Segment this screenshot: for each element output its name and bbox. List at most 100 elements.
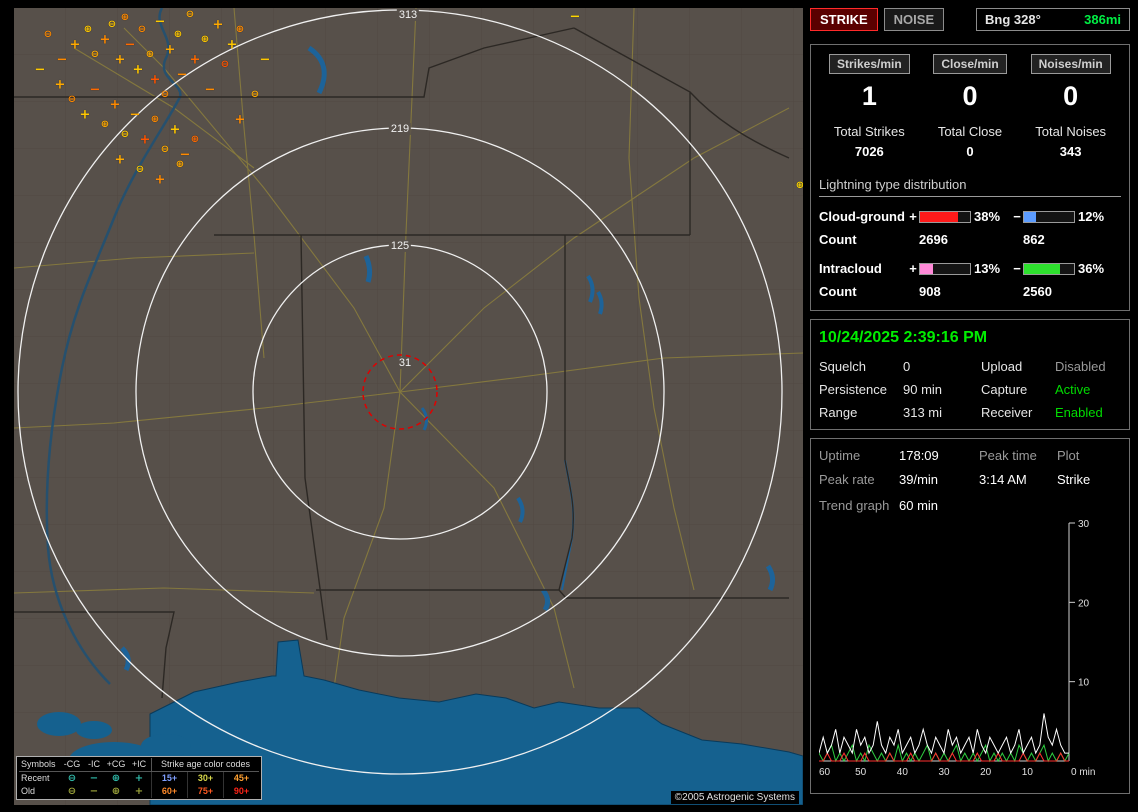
noises-per-min-column: Noises/min 0 Total Noises 343 bbox=[1020, 54, 1121, 165]
persistence-value: 90 min bbox=[903, 382, 943, 397]
legend-age-title: Strike age color codes bbox=[151, 758, 259, 771]
capture-label: Capture bbox=[981, 382, 1028, 397]
upload-status: Disabled bbox=[1055, 359, 1106, 374]
total-noises-value: 343 bbox=[1059, 144, 1082, 159]
cg-plus-pct: 38% bbox=[974, 209, 1001, 224]
bearing-readout: Bng 328° 386mi bbox=[976, 8, 1130, 31]
range-value: 313 mi bbox=[903, 405, 943, 420]
neg-cg-recent-icon: ⊖ bbox=[67, 773, 77, 784]
ic-plus-bar-fill bbox=[920, 263, 933, 274]
cg-plus-count: 2696 bbox=[919, 232, 948, 247]
upload-label: Upload bbox=[981, 359, 1023, 374]
persistence-label: Persistence bbox=[819, 382, 887, 397]
svg-text:20: 20 bbox=[980, 767, 992, 778]
legend-recent-row: Recent ⊖ − ⊕ + 15+ 30+ 45+ bbox=[19, 772, 259, 785]
age-15: 15+ bbox=[151, 772, 187, 785]
ic-count-label: Count bbox=[819, 284, 857, 299]
svg-text:40: 40 bbox=[897, 767, 909, 778]
svg-text:60: 60 bbox=[819, 767, 831, 778]
legend-col-pos-ic: +IC bbox=[131, 759, 147, 769]
total-close-label: Total Close bbox=[937, 124, 1003, 139]
neg-ic-recent-icon: − bbox=[89, 773, 99, 784]
squelch-label: Squelch bbox=[819, 359, 866, 374]
svg-text:50: 50 bbox=[855, 767, 867, 778]
ic-minus-pct: 36% bbox=[1078, 261, 1105, 276]
ic-plus-pct: 13% bbox=[974, 261, 1001, 276]
cloud-ground-label: Cloud-ground bbox=[819, 209, 905, 224]
ic-minus-bar bbox=[1023, 262, 1075, 275]
alarm-row: STRIKE NOISE Bng 328° 386mi bbox=[810, 8, 1130, 31]
trend-graph-label: Trend graph bbox=[819, 498, 890, 513]
pos-ic-old-icon: + bbox=[134, 786, 144, 797]
cg-minus-bar-fill bbox=[1024, 211, 1036, 222]
plot-label: Plot bbox=[1057, 448, 1080, 463]
total-close-value: 0 bbox=[966, 144, 974, 159]
range-label: Range bbox=[819, 405, 858, 420]
peak-rate-label: Peak rate bbox=[819, 472, 875, 487]
legend-col-neg-cg: -CG bbox=[63, 759, 81, 769]
neg-cg-old-icon: ⊖ bbox=[67, 786, 77, 797]
legend-recent-label: Recent bbox=[21, 773, 50, 783]
app-window: ⊖ − + ⊕ ⊖ + ⊖ + ⊕ − + ⊖ ⊕ + − ⊖ + ⊕ − ⊖ + ⊕ − + ⊖ + ⊕ + ⊖ + − ⊕ + ⊖ − + ⊕ ⊖ + −… bbox=[0, 0, 1138, 812]
strikes-per-min-value: 1 bbox=[861, 81, 877, 111]
range-ring-label-313: 313 bbox=[396, 8, 420, 22]
uptime-value: 178:09 bbox=[899, 448, 939, 463]
rate-grid: Strikes/min 1 Total Strikes 7026 Close/m… bbox=[819, 54, 1121, 165]
strike-indicator-button[interactable]: STRIKE bbox=[810, 8, 878, 31]
noises-per-min-header[interactable]: Noises/min bbox=[1030, 54, 1111, 74]
uptime-label: Uptime bbox=[819, 448, 861, 463]
sidebar: STRIKE NOISE Bng 328° 386mi Strikes/min … bbox=[810, 8, 1130, 802]
legend-old-row: Old ⊖ − ⊕ + 60+ 75+ 90+ bbox=[19, 785, 259, 798]
bearing-range: 386mi bbox=[1084, 12, 1121, 27]
cloud-ground-row: Cloud-ground + 38% − 12% bbox=[819, 209, 1121, 224]
squelch-value: 0 bbox=[903, 359, 911, 374]
strikes-per-min-header[interactable]: Strikes/min bbox=[828, 54, 910, 74]
peak-rate-value: 39/min bbox=[899, 472, 939, 487]
cg-count-label: Count bbox=[819, 232, 857, 247]
range-ring-label-31: 31 bbox=[396, 356, 414, 370]
peak-time-label: Peak time bbox=[979, 448, 1037, 463]
copyright-text: ©2005 Astrogenic Systems bbox=[670, 791, 799, 804]
range-ring-label-219: 219 bbox=[388, 122, 412, 136]
pos-ic-recent-icon: + bbox=[134, 773, 144, 784]
noise-indicator-button[interactable]: NOISE bbox=[883, 8, 945, 31]
plus-sign: + bbox=[909, 209, 917, 224]
cloud-ground-count-row: Count 2696 862 bbox=[819, 232, 1121, 247]
trend-panel: Uptime 178:09 Peak time Plot Peak rate 3… bbox=[810, 438, 1130, 794]
legend-col-neg-ic: -IC bbox=[88, 759, 100, 769]
trend-graph-svg: 30 20 10 60 50 40 30 20 10 0 min bbox=[818, 519, 1095, 778]
noises-per-min-value: 0 bbox=[1063, 81, 1079, 111]
peak-time-value: 3:14 AM bbox=[979, 472, 1027, 487]
pos-cg-old-icon: ⊕ bbox=[111, 786, 121, 797]
intracloud-row: Intracloud + 13% − 36% bbox=[819, 261, 1121, 276]
svg-text:20: 20 bbox=[1078, 598, 1090, 609]
svg-text:10: 10 bbox=[1022, 767, 1034, 778]
datetime-display: 10/24/2025 2:39:16 PM bbox=[819, 329, 988, 346]
legend-old-label: Old bbox=[21, 786, 36, 796]
receiver-status: Enabled bbox=[1055, 405, 1103, 420]
plus-sign: + bbox=[909, 261, 917, 276]
distribution-title: Lightning type distribution bbox=[819, 177, 1121, 197]
svg-text:10: 10 bbox=[1078, 678, 1090, 689]
age-45: 45+ bbox=[223, 772, 259, 785]
bearing-label: Bng 328° bbox=[985, 12, 1041, 27]
lightning-map[interactable]: ⊖ − + ⊕ ⊖ + ⊖ + ⊕ − + ⊖ ⊕ + − ⊖ + ⊕ − ⊖ + ⊕ − + ⊖ + ⊕ + ⊖ + − ⊕ + ⊖ − + ⊕ ⊖ + −… bbox=[14, 8, 803, 805]
status-grid: Uptime 178:09 Peak time Plot Peak rate 3… bbox=[819, 448, 1121, 487]
legend-symbols-title: Symbols bbox=[21, 759, 56, 769]
cg-plus-bar bbox=[919, 210, 971, 223]
close-per-min-value: 0 bbox=[962, 81, 978, 111]
trend-graph-window: 60 min bbox=[899, 498, 939, 513]
cg-plus-bar-fill bbox=[920, 211, 958, 222]
cg-minus-bar bbox=[1023, 210, 1075, 223]
legend-header-row: Symbols -CG -IC +CG +IC Strike age color… bbox=[19, 758, 259, 772]
age-30: 30+ bbox=[187, 772, 223, 785]
pos-cg-recent-icon: ⊕ bbox=[111, 773, 121, 784]
ic-minus-bar-fill bbox=[1024, 263, 1060, 274]
neg-ic-old-icon: − bbox=[89, 786, 99, 797]
receiver-label: Receiver bbox=[981, 405, 1033, 420]
close-per-min-header[interactable]: Close/min bbox=[933, 54, 1007, 74]
strikes-per-min-column: Strikes/min 1 Total Strikes 7026 bbox=[819, 54, 920, 165]
minus-sign: − bbox=[1013, 209, 1021, 224]
total-noises-label: Total Noises bbox=[1035, 124, 1107, 139]
ic-plus-bar bbox=[919, 262, 971, 275]
